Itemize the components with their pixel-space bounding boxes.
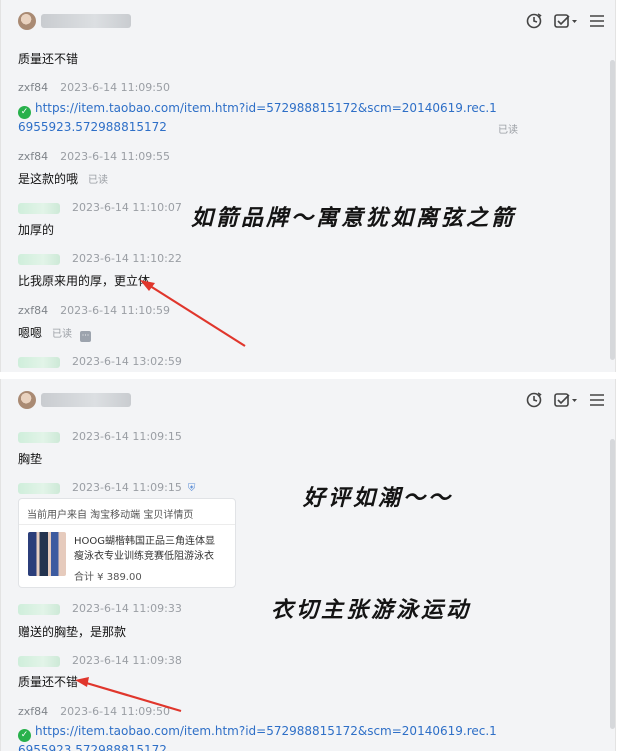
scrollbar[interactable] bbox=[610, 439, 615, 729]
annotation-arrow bbox=[75, 677, 182, 713]
annotation-arrow bbox=[140, 280, 246, 347]
chat-panel-bottom: 2023-6-14 11:09:15 胸垫 2023-6-14 11:09:15… bbox=[0, 379, 616, 751]
chat-panel-top: 质量还不错 zxf84 2023-6-14 11:09:50 ✓ https://i… bbox=[0, 0, 616, 372]
panel-divider bbox=[0, 372, 620, 379]
scrollbar[interactable] bbox=[610, 60, 615, 360]
